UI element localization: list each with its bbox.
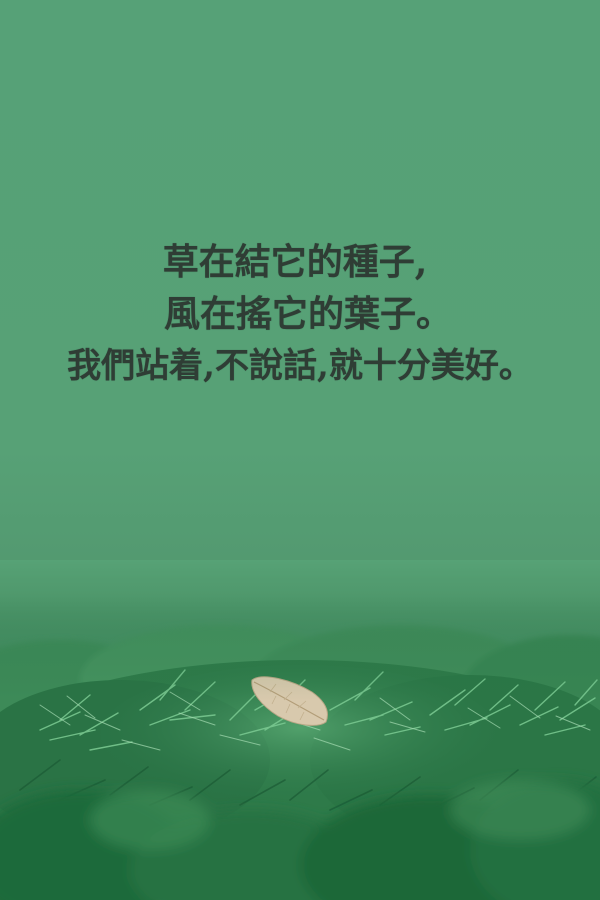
poem-line-3: 我們站着,不說話,就十分美好。 <box>67 346 533 386</box>
poem-line-1: 草在結它的種子, <box>162 241 428 283</box>
poster-background: 草在結它的種子, 風在搖它的葉子。 我們站着,不說話,就十分美好。 <box>0 0 600 900</box>
fog-overlay <box>0 560 600 700</box>
grass-foliage-illustration <box>0 560 600 900</box>
poem-line-2: 風在搖它的葉子。 <box>163 293 452 335</box>
poem-text-block: 草在結它的種子, 風在搖它的葉子。 我們站着,不說話,就十分美好。 <box>0 236 600 392</box>
